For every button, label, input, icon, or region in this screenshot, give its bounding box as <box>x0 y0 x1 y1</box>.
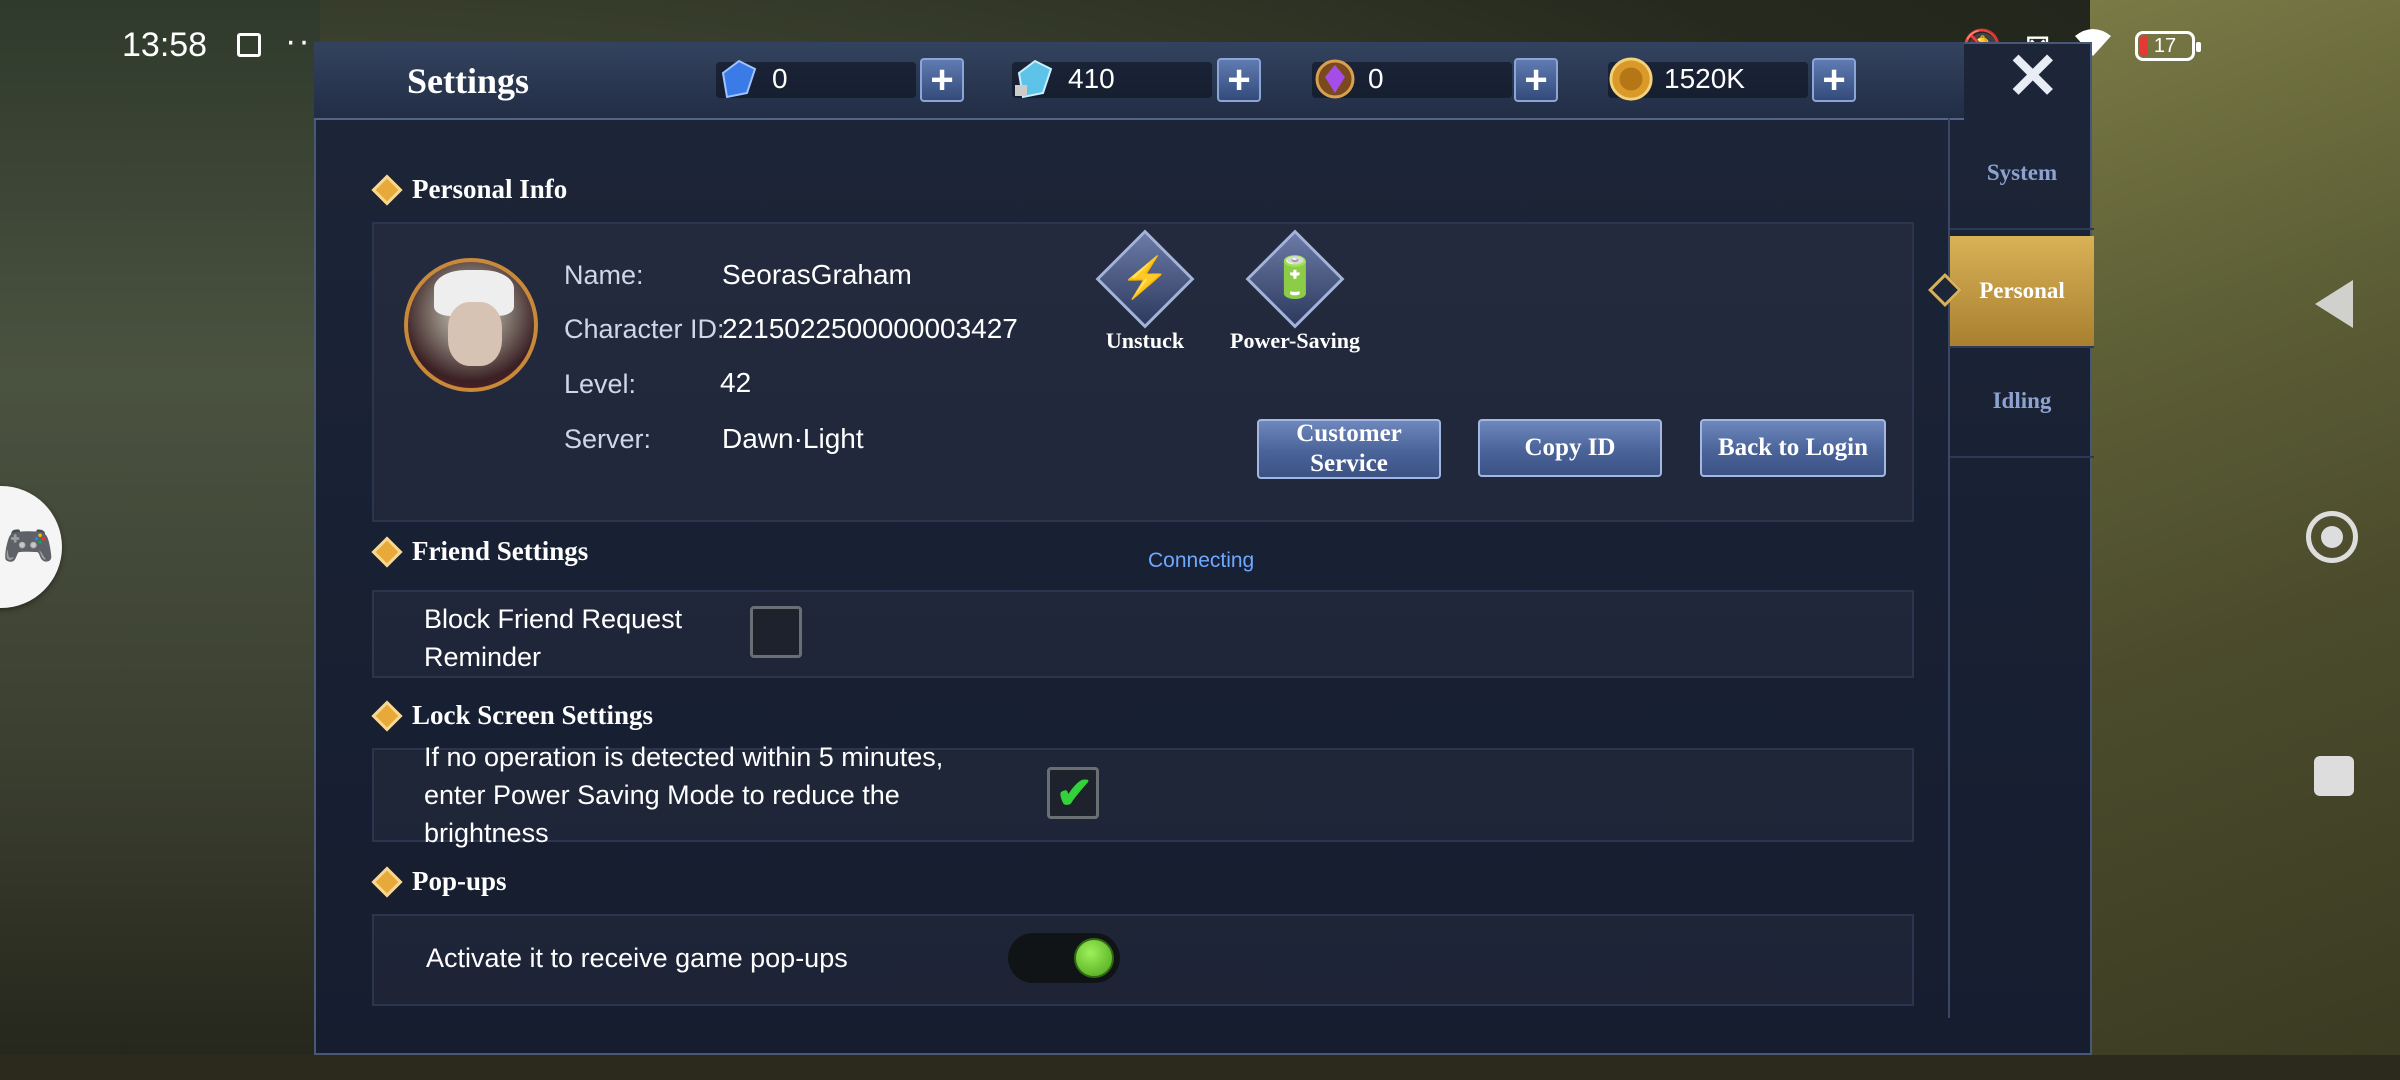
currency-gold-coin: 1520K <box>1608 56 1808 102</box>
section-title: Pop-ups <box>412 866 507 896</box>
nav-home-icon[interactable] <box>2306 511 2358 563</box>
level-label: Level: <box>564 369 637 399</box>
section-friend-settings: Friend Settings <box>371 535 589 568</box>
power-saving-checkbox[interactable]: ✔ <box>1047 767 1099 819</box>
back-to-login-button[interactable]: Back to Login <box>1700 419 1886 477</box>
customer-service-label-2: Service <box>1310 450 1388 477</box>
character-id-label: Character ID: <box>564 314 725 344</box>
currency-value: 0 <box>772 63 788 94</box>
section-diamond-icon <box>371 699 403 732</box>
currency-value: 1520K <box>1664 63 1745 94</box>
page-title: Settings <box>407 61 530 101</box>
locked-diamond-icon <box>1012 56 1058 102</box>
tab-system[interactable]: System <box>1950 118 2094 230</box>
toggle-knob <box>1074 938 1114 978</box>
copy-id-button[interactable]: Copy ID <box>1478 419 1662 477</box>
block-friend-request-checkbox[interactable] <box>750 606 802 658</box>
tab-personal[interactable]: Personal <box>1950 236 2094 348</box>
avatar[interactable] <box>404 258 538 392</box>
lock-line3: brightness <box>424 818 549 848</box>
gold-coin-icon <box>1608 56 1654 102</box>
close-button[interactable]: ✕ <box>2006 44 2060 108</box>
background-bottom <box>0 1055 2400 1080</box>
check-icon: ✔ <box>1056 769 1093 818</box>
character-id-value: 2215022500000003427 <box>722 313 1018 344</box>
section-personal-info: Personal Info <box>371 173 568 206</box>
add-gold-coin-button[interactable]: + <box>1812 58 1856 102</box>
unstuck-button[interactable]: ⚡ Unstuck <box>1092 229 1195 353</box>
battery-icon: 17 <box>2135 31 2201 61</box>
section-title: Personal Info <box>412 174 568 204</box>
power-saving-description: If no operation is detected within 5 min… <box>424 738 943 852</box>
purple-gem-icon <box>1312 56 1358 102</box>
tab-idling[interactable]: Idling <box>1950 346 2094 458</box>
power-saving-button[interactable]: 🔋 Power-Saving <box>1230 229 1360 353</box>
popups-toggle[interactable] <box>1008 933 1120 983</box>
add-purple-gem-button[interactable]: + <box>1514 58 1558 102</box>
name-value: SeorasGraham <box>722 259 912 290</box>
section-popups: Pop-ups <box>371 865 507 898</box>
power-saving-label: Power-Saving <box>1230 328 1360 353</box>
battery-charge-icon: 🔋 <box>1270 256 1320 300</box>
add-locked-diamond-button[interactable]: + <box>1217 58 1261 102</box>
currency-locked-diamond: 410 <box>1012 56 1212 102</box>
level-value: 42 <box>720 367 752 398</box>
lock-line1: If no operation is detected within 5 min… <box>424 742 944 772</box>
section-diamond-icon <box>371 173 403 206</box>
block-friend-request-label: Block Friend Request Reminder <box>424 600 682 676</box>
customer-service-button[interactable]: Customer Service <box>1257 419 1441 479</box>
status-time: 13:58 <box>122 26 208 64</box>
nav-recent-icon[interactable] <box>2314 756 2354 796</box>
server-label: Server: <box>564 424 652 454</box>
gamepad-icon: 🎮 <box>2 522 55 569</box>
name-label: Name: <box>564 260 644 290</box>
customer-service-label-1: Customer <box>1296 420 1402 447</box>
popups-label: Activate it to receive game pop-ups <box>426 943 848 973</box>
block-label-line2: Reminder <box>424 642 542 672</box>
section-diamond-icon <box>371 865 403 898</box>
currency-value: 410 <box>1068 63 1115 94</box>
battery-level: 17 <box>2153 34 2177 57</box>
block-label-line1: Block Friend Request <box>424 604 683 634</box>
add-blue-diamond-button[interactable]: + <box>920 58 964 102</box>
section-title: Lock Screen Settings <box>412 700 653 730</box>
section-diamond-icon <box>371 535 403 568</box>
status-dots: ·· <box>285 22 312 60</box>
server-value: Dawn·Light <box>722 423 864 454</box>
currency-blue-diamond: 0 <box>716 56 916 102</box>
screenshot-icon <box>237 33 261 57</box>
unstuck-icon: ⚡ <box>1120 256 1170 300</box>
section-lock-screen: Lock Screen Settings <box>371 699 653 732</box>
currency-value: 0 <box>1368 63 1384 94</box>
nav-back-icon[interactable] <box>2315 280 2353 328</box>
connecting-status: Connecting <box>1148 549 1255 572</box>
blue-diamond-icon <box>716 56 762 102</box>
section-title: Friend Settings <box>412 536 589 566</box>
unstuck-label: Unstuck <box>1105 328 1185 353</box>
lock-line2: enter Power Saving Mode to reduce the <box>424 780 900 810</box>
currency-purple-gem: 0 <box>1312 56 1512 102</box>
side-tabs: System Personal Idling <box>1948 118 2094 1018</box>
